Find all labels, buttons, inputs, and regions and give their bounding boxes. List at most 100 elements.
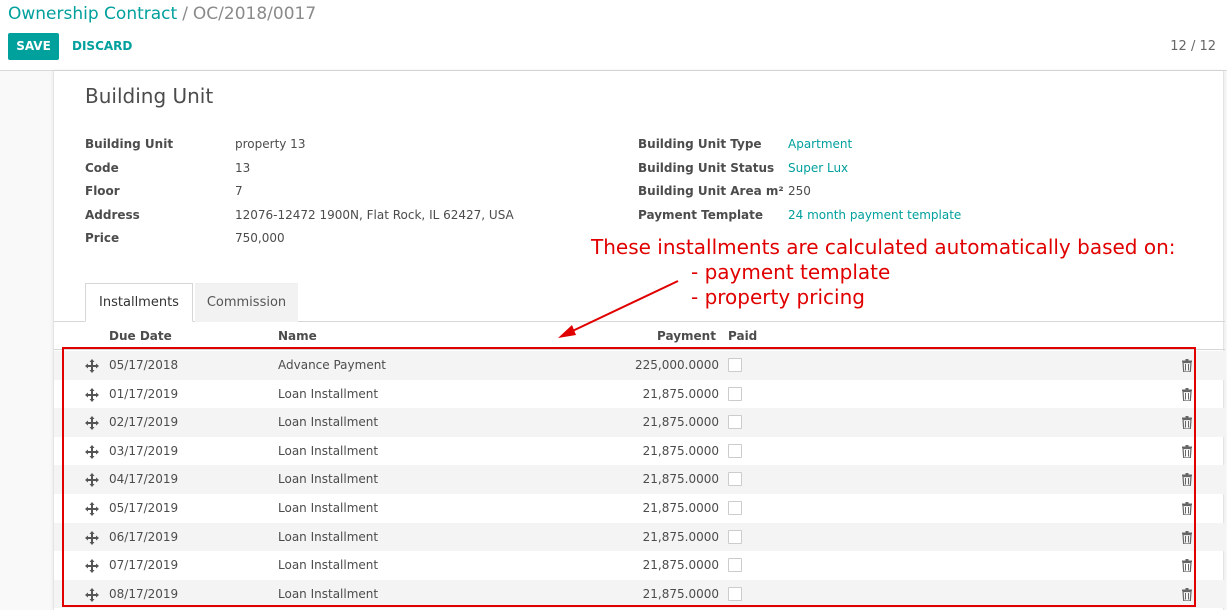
field-address: Address	[85, 208, 140, 222]
field-floor: Floor	[85, 184, 120, 198]
table-row[interactable]: 06/17/2019 Loan Installment 21,875.0000	[54, 522, 1225, 552]
trash-icon[interactable]	[1181, 530, 1193, 545]
table-row[interactable]: 03/17/2019 Loan Installment 21,875.0000	[54, 437, 1225, 466]
pager-counter[interactable]: 12 / 12	[1170, 39, 1216, 54]
annotation-arrow-icon	[558, 280, 679, 338]
move-arrows-icon[interactable]	[85, 465, 99, 494]
field-payment-template-value[interactable]: 24 month payment template	[788, 208, 961, 222]
cell-name: Loan Installment	[278, 558, 379, 573]
field-value: 250	[788, 184, 811, 198]
breadcrumb: Ownership Contract / OC/2018/0017	[8, 4, 316, 24]
table-row[interactable]: 04/17/2019 Loan Installment 21,875.0000	[54, 465, 1225, 494]
paid-checkbox[interactable]	[728, 558, 742, 573]
move-arrows-icon[interactable]	[85, 437, 99, 466]
field-price-value: 750,000	[235, 231, 285, 245]
trash-icon[interactable]	[1181, 587, 1193, 602]
move-arrows-icon[interactable]	[85, 580, 99, 609]
table-row[interactable]: 02/17/2019 Loan Installment 21,875.0000	[54, 408, 1225, 437]
cell-name: Loan Installment	[278, 386, 379, 401]
building-unit-status-link[interactable]: Super Lux	[788, 161, 848, 175]
cell-name: Loan Installment	[278, 586, 379, 601]
field-label: Building Unit Type	[638, 137, 762, 151]
field-payment-template: Payment Template	[638, 208, 763, 222]
breadcrumb-separator: /	[182, 4, 188, 24]
cell-payment: 21,875.0000	[642, 415, 719, 430]
cell-payment: 21,875.0000	[642, 386, 719, 401]
field-building-unit-status-value[interactable]: Super Lux	[788, 161, 848, 175]
cell-name: Loan Installment	[278, 472, 379, 487]
annotation-line: These installments are calculated automa…	[591, 235, 1176, 259]
cell-payment: 21,875.0000	[642, 529, 719, 544]
trash-icon[interactable]	[1181, 387, 1193, 402]
cell-due-date: 04/17/2019	[109, 472, 179, 487]
table-header-divider	[54, 349, 1225, 350]
column-header-due-date[interactable]: Due Date	[109, 329, 172, 343]
cell-due-date: 08/17/2019	[109, 586, 179, 601]
field-value: 750,000	[235, 231, 285, 245]
field-code-value: 13	[235, 161, 250, 175]
field-label: Building Unit Status	[638, 161, 775, 175]
cell-payment: 21,875.0000	[642, 558, 719, 573]
trash-icon[interactable]	[1181, 444, 1193, 459]
column-header-paid[interactable]: Paid	[728, 329, 757, 343]
trash-icon[interactable]	[1181, 359, 1193, 373]
building-unit-type-link[interactable]: Apartment	[788, 137, 852, 151]
field-building-unit-status: Building Unit Status	[638, 161, 774, 175]
paid-checkbox[interactable]	[728, 386, 742, 401]
paid-checkbox[interactable]	[728, 358, 742, 372]
field-building-unit-area: Building Unit Area m²	[638, 184, 784, 198]
field-label: Building Unit	[85, 137, 174, 151]
cell-due-date: 07/17/2019	[109, 558, 179, 573]
installments-table-body: 05/17/2018 Advance Payment 225,000.0000 01/…	[54, 351, 1225, 609]
cell-due-date: 05/17/2019	[109, 500, 179, 515]
field-label: Code	[85, 161, 119, 175]
move-arrows-icon[interactable]	[85, 523, 99, 552]
discard-button[interactable]: DISCARD	[66, 33, 138, 60]
trash-icon[interactable]	[1181, 559, 1193, 573]
table-row[interactable]: 08/17/2019 Loan Installment 21,875.0000	[54, 579, 1225, 609]
trash-icon[interactable]	[1181, 501, 1193, 516]
tab-installments[interactable]: Installments	[85, 283, 193, 322]
field-value: 13	[235, 161, 251, 175]
section-title: Building Unit	[85, 84, 214, 108]
move-arrows-icon[interactable]	[85, 380, 99, 409]
move-arrows-icon[interactable]	[85, 351, 99, 380]
table-row[interactable]: 07/17/2019 Loan Installment 21,875.0000	[54, 551, 1225, 580]
trash-icon[interactable]	[1181, 416, 1193, 430]
paid-checkbox[interactable]	[728, 529, 742, 544]
cell-due-date: 01/17/2019	[109, 386, 179, 401]
move-arrows-icon[interactable]	[85, 551, 99, 580]
control-panel: Ownership Contract / OC/2018/0017 SAVE DIS…	[0, 0, 1227, 71]
save-button[interactable]: SAVE	[8, 33, 59, 60]
column-header-name[interactable]: Name	[278, 329, 317, 343]
tab-commission[interactable]: Commission	[195, 283, 298, 322]
field-code: Code	[85, 161, 119, 175]
paid-checkbox[interactable]	[728, 472, 742, 487]
cell-name: Loan Installment	[278, 500, 379, 515]
field-label: Payment Template	[638, 208, 764, 222]
field-label: Building Unit Area m²	[638, 184, 784, 198]
table-row[interactable]: 01/17/2019 Loan Installment 21,875.0000	[54, 380, 1225, 409]
move-arrows-icon[interactable]	[85, 494, 99, 523]
payment-template-link[interactable]: 24 month payment template	[788, 208, 961, 222]
cell-payment: 21,875.0000	[642, 500, 719, 515]
cell-due-date: 03/17/2019	[109, 443, 179, 458]
breadcrumb-parent-link[interactable]: Ownership Contract	[8, 4, 177, 24]
table-row[interactable]: 05/17/2018 Advance Payment 225,000.0000	[54, 351, 1225, 380]
field-label: Address	[85, 208, 140, 222]
move-arrows-icon[interactable]	[85, 408, 99, 437]
table-row[interactable]: 05/17/2019 Loan Installment 21,875.0000	[54, 494, 1225, 523]
field-building-unit-area-value: 250	[788, 184, 811, 198]
cell-name: Loan Installment	[278, 415, 379, 430]
cell-name: Loan Installment	[278, 443, 379, 458]
field-value: property 13	[235, 137, 306, 151]
cell-name: Loan Installment	[278, 529, 379, 544]
paid-checkbox[interactable]	[728, 443, 742, 458]
paid-checkbox[interactable]	[728, 586, 742, 601]
trash-icon[interactable]	[1181, 473, 1193, 487]
cell-payment: 21,875.0000	[642, 472, 719, 487]
paid-checkbox[interactable]	[728, 500, 742, 515]
field-building-unit-type-value[interactable]: Apartment	[788, 137, 852, 151]
field-building-unit-value: property 13	[235, 137, 305, 151]
paid-checkbox[interactable]	[728, 415, 742, 430]
